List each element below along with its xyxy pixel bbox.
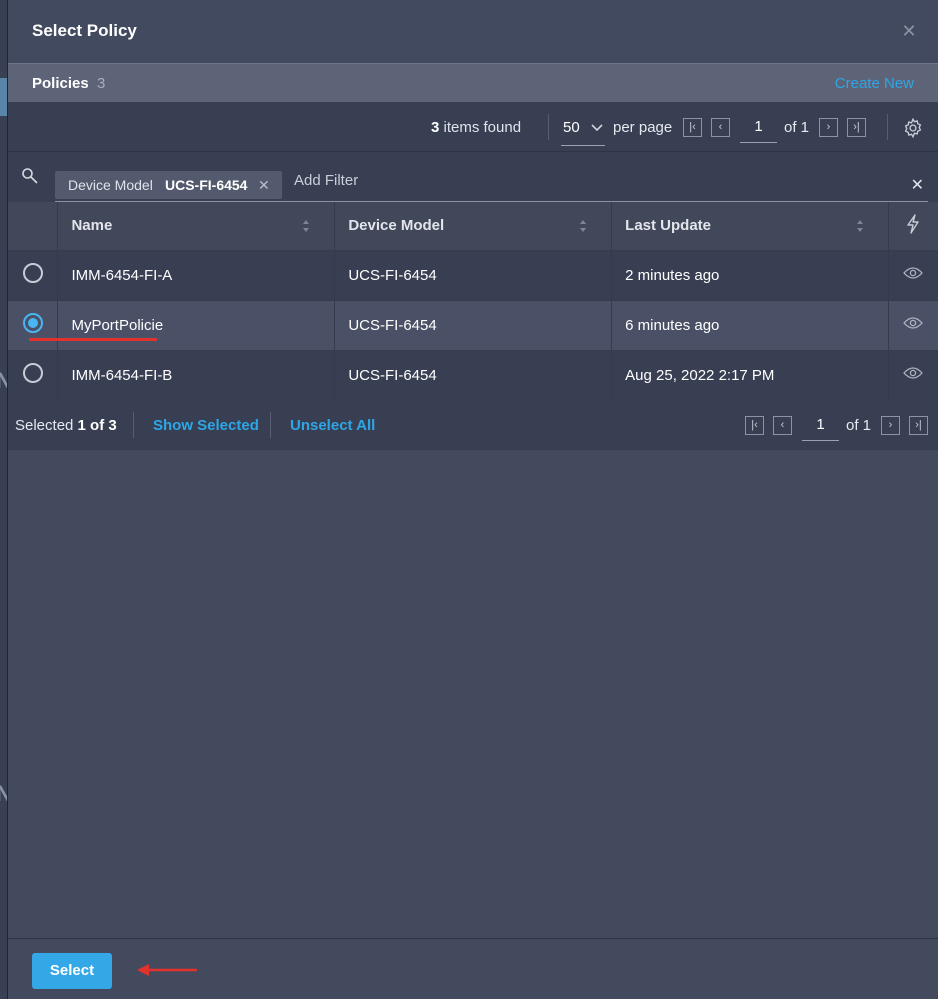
- first-page-icon[interactable]: |‹: [683, 118, 702, 137]
- sort-icon[interactable]: [302, 219, 310, 233]
- show-selected-link[interactable]: Show Selected: [153, 417, 259, 434]
- cell-device-model: UCS-FI-6454: [334, 250, 613, 301]
- remove-filter-icon[interactable]: ✕: [258, 177, 270, 194]
- lightning-icon: [907, 214, 920, 234]
- footer-divider: [270, 412, 271, 438]
- search-icon: [21, 167, 39, 185]
- cell-last-update: 2 minutes ago: [611, 250, 889, 301]
- gear-icon[interactable]: [902, 117, 924, 139]
- first-page-icon[interactable]: |‹: [745, 416, 764, 435]
- items-found-text: 3 items found: [431, 119, 521, 136]
- clear-filters-icon[interactable]: ✕: [911, 175, 924, 195]
- table-toolbar: 3 items found 50 per page |‹ ‹ 1 of 1 › …: [8, 102, 938, 152]
- cell-device-model: UCS-FI-6454: [334, 300, 613, 351]
- close-icon[interactable]: ✕: [900, 22, 918, 40]
- row-actions-cell: [888, 350, 938, 401]
- sort-icon[interactable]: [579, 219, 587, 233]
- policies-table: Name Device Model Last Update IMM-6454-F…: [8, 202, 938, 401]
- row-select-cell: [8, 300, 59, 351]
- filter-row: Device Model UCS-FI-6454 ✕ Add Filter ✕: [8, 152, 938, 202]
- column-header-last-update[interactable]: Last Update: [611, 202, 889, 251]
- per-page-label: per page: [613, 119, 673, 136]
- row-actions-cell: [888, 300, 938, 351]
- next-page-icon[interactable]: ›: [819, 118, 838, 137]
- row-radio-button-selected[interactable]: [22, 313, 43, 333]
- selected-count: 1 of 3: [77, 417, 117, 434]
- filter-chip-key: Device Model: [68, 177, 153, 193]
- footer-divider: [133, 412, 134, 438]
- table-row[interactable]: IMM-6454-FI-A UCS-FI-6454 2 minutes ago: [8, 250, 938, 301]
- page-input[interactable]: 1: [740, 115, 777, 143]
- background-app-edge: N N: [0, 0, 12, 999]
- page-of-text: of 1: [784, 119, 810, 136]
- selected-prefix: Selected: [15, 417, 78, 434]
- eye-icon[interactable]: [903, 266, 924, 280]
- per-page-select[interactable]: 50: [561, 116, 605, 146]
- table-row[interactable]: IMM-6454-FI-B UCS-FI-6454 Aug 25, 2022 2…: [8, 350, 938, 401]
- column-header-name[interactable]: Name: [57, 202, 336, 251]
- last-page-icon[interactable]: ›|: [909, 416, 928, 435]
- items-found-suffix: items found: [439, 119, 522, 136]
- selected-count-text: Selected 1 of 3: [15, 417, 117, 434]
- prev-page-icon[interactable]: ‹: [711, 118, 730, 137]
- column-header-label: Name: [71, 217, 113, 235]
- unselect-all-link[interactable]: Unselect All: [290, 417, 375, 434]
- footer-page-input[interactable]: 1: [802, 413, 839, 441]
- modal-footer: Select: [8, 938, 938, 999]
- cell-name: MyPortPolicie: [57, 300, 336, 351]
- cell-last-update: Aug 25, 2022 2:17 PM: [611, 350, 889, 401]
- prev-page-icon[interactable]: ‹: [773, 416, 792, 435]
- column-header-device-model[interactable]: Device Model: [334, 202, 613, 251]
- toolbar-divider: [887, 114, 888, 140]
- row-radio-button[interactable]: [22, 363, 43, 383]
- chevron-down-icon: [591, 117, 603, 140]
- modal-header: Select Policy ✕: [8, 0, 938, 63]
- eye-icon[interactable]: [903, 316, 924, 330]
- row-actions-cell: [888, 250, 938, 301]
- row-select-cell: [8, 350, 59, 401]
- eye-icon[interactable]: [903, 366, 924, 380]
- toolbar-divider: [548, 114, 549, 140]
- cell-name: IMM-6454-FI-A: [57, 250, 336, 301]
- select-button[interactable]: Select: [32, 953, 112, 989]
- column-header-label: Last Update: [625, 217, 712, 235]
- per-page-value: 50: [563, 119, 580, 136]
- cell-name: IMM-6454-FI-B: [57, 350, 336, 401]
- policies-bar: Policies 3 Create New: [8, 63, 938, 102]
- policies-label: Policies: [32, 75, 89, 92]
- sort-icon[interactable]: [856, 219, 864, 233]
- cell-device-model: UCS-FI-6454: [334, 350, 613, 401]
- column-header-label: Device Model: [348, 217, 445, 235]
- next-page-icon[interactable]: ›: [881, 416, 900, 435]
- footer-page-of-text: of 1: [846, 417, 872, 434]
- header-actions-cell: [888, 202, 938, 251]
- add-filter-input[interactable]: Add Filter: [294, 172, 358, 189]
- row-radio-button[interactable]: [22, 263, 43, 283]
- last-page-icon[interactable]: ›|: [847, 118, 866, 137]
- filter-chip-value: UCS-FI-6454: [165, 177, 248, 193]
- select-policy-modal: Select Policy ✕ Policies 3 Create New 3 …: [7, 0, 938, 999]
- annotation-arrow: [137, 964, 198, 976]
- table-row[interactable]: MyPortPolicie UCS-FI-6454 6 minutes ago: [8, 300, 938, 351]
- table-footer: Selected 1 of 3 Show Selected Unselect A…: [8, 400, 938, 450]
- policies-count: 3: [97, 75, 106, 92]
- row-select-cell: [8, 250, 59, 301]
- background-highlight: [0, 78, 7, 116]
- modal-title: Select Policy: [32, 21, 137, 40]
- table-header-row: Name Device Model Last Update: [8, 202, 938, 251]
- annotation-underline: [29, 338, 157, 341]
- filter-chip-device-model[interactable]: Device Model UCS-FI-6454 ✕: [55, 171, 282, 199]
- cell-last-update: 6 minutes ago: [611, 300, 889, 351]
- header-select-cell: [8, 202, 59, 251]
- create-new-link[interactable]: Create New: [835, 75, 914, 92]
